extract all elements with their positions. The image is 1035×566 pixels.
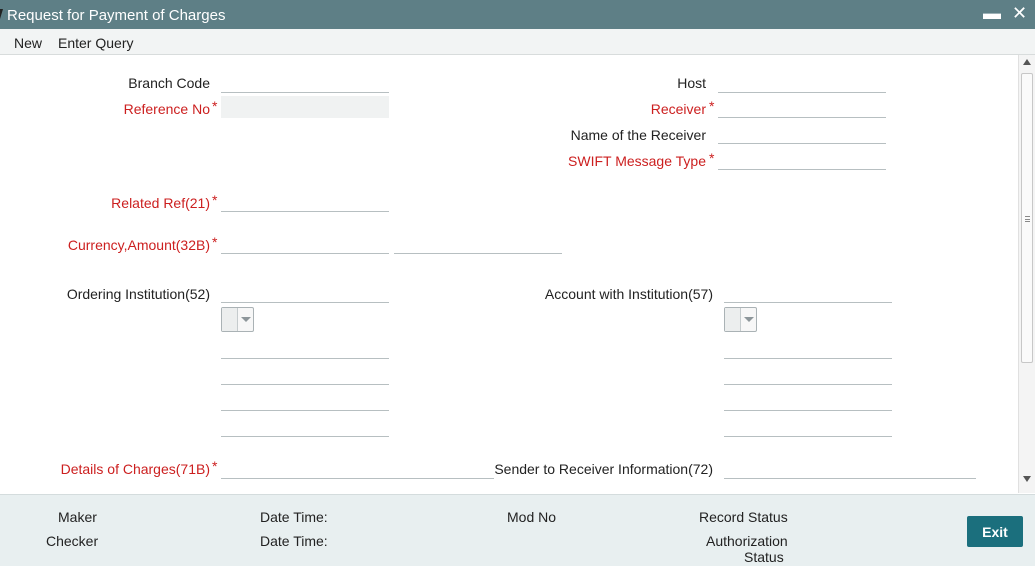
chevron-down-icon (241, 317, 251, 322)
close-icon[interactable]: ✕ (1012, 3, 1027, 23)
ordering-institution-line5-field[interactable] (221, 415, 389, 437)
receiver-label: Receiver (650, 101, 706, 117)
branch-code-field[interactable] (221, 71, 389, 93)
currency-amount-label: Currency,Amount(32B) (67, 237, 210, 253)
scrollbar-thumb[interactable] (1021, 73, 1033, 363)
sender-to-receiver-info-field[interactable] (724, 457, 976, 479)
ordering-institution-line3-field[interactable] (221, 363, 389, 385)
ordering-institution-option-value (222, 308, 238, 331)
account-with-institution-line5-field[interactable] (724, 415, 892, 437)
swift-message-type-label: SWIFT Message Type (568, 153, 706, 169)
name-of-receiver-field[interactable] (718, 122, 886, 144)
swift-message-type-required-mark: * (709, 150, 715, 166)
ordering-institution-label: Ordering Institution(52) (66, 286, 210, 302)
host-field[interactable] (718, 71, 886, 93)
mod-no-label: Mod No (507, 509, 557, 525)
account-with-institution-line4-field[interactable] (724, 389, 892, 411)
scroll-down-icon[interactable] (1023, 476, 1031, 482)
ordering-institution-line1-field[interactable] (221, 281, 389, 303)
chevron-down-icon (744, 317, 754, 322)
reference-no-label: Reference No (123, 101, 210, 117)
maker-label: Maker (58, 509, 97, 525)
ordering-institution-option-select[interactable] (221, 307, 254, 332)
record-status-label: Record Status (699, 509, 788, 525)
related-ref-label: Related Ref(21) (111, 195, 210, 211)
details-of-charges-field[interactable] (221, 457, 494, 479)
ordering-institution-line2-field[interactable] (221, 337, 389, 359)
account-with-institution-option-value (725, 308, 741, 331)
window-title: Request for Payment of Charges (7, 7, 226, 24)
exit-button[interactable]: Exit (967, 516, 1023, 547)
account-with-institution-line3-field[interactable] (724, 363, 892, 385)
related-ref-required-mark: * (212, 192, 218, 208)
reference-no-required-mark: * (212, 98, 218, 114)
menu-bar: New Enter Query (0, 29, 1035, 55)
authorization-status-label-line2: Status (744, 549, 784, 565)
enter-query-menu-item[interactable]: Enter Query (58, 35, 133, 51)
form-content: Branch Code Reference No * Host Receiver… (1, 55, 1018, 493)
currency-field[interactable] (221, 232, 389, 254)
currency-amount-required-mark: * (212, 234, 218, 250)
swift-message-type-field[interactable] (718, 148, 886, 170)
checker-date-time-label: Date Time: (260, 533, 328, 549)
name-of-receiver-label: Name of the Receiver (570, 127, 706, 143)
checker-label: Checker (46, 533, 99, 549)
account-with-institution-label: Account with Institution(57) (544, 286, 713, 302)
account-with-institution-option-select[interactable] (724, 307, 757, 332)
details-of-charges-label: Details of Charges(71B) (60, 461, 210, 477)
scroll-up-icon[interactable] (1023, 59, 1031, 65)
host-label: Host (677, 75, 706, 91)
sender-to-receiver-info-label: Sender to Receiver Information(72) (494, 461, 713, 477)
account-with-institution-line2-field[interactable] (724, 337, 892, 359)
window-titlebar: Request for Payment of Charges ▬ ✕ (0, 0, 1035, 29)
minimize-icon[interactable]: ▬ (983, 3, 1001, 23)
branch-code-label: Branch Code (128, 75, 210, 91)
vertical-scrollbar[interactable] (1018, 55, 1035, 493)
related-ref-field[interactable] (221, 190, 389, 212)
ordering-institution-line4-field[interactable] (221, 389, 389, 411)
amount-field[interactable] (394, 232, 562, 254)
account-with-institution-line1-field[interactable] (724, 281, 892, 303)
maker-date-time-label: Date Time: (260, 509, 328, 525)
grip-icon (1025, 216, 1030, 222)
new-menu-item[interactable]: New (14, 35, 42, 51)
audit-footer: Maker Checker Date Time: Date Time: Mod … (0, 494, 1035, 566)
receiver-required-mark: * (709, 98, 715, 114)
authorization-status-label: Authorization (706, 533, 788, 549)
reference-no-field[interactable] (221, 96, 389, 118)
mouse-cursor-icon (0, 9, 6, 19)
receiver-field[interactable] (718, 96, 886, 118)
details-of-charges-required-mark: * (212, 458, 218, 474)
